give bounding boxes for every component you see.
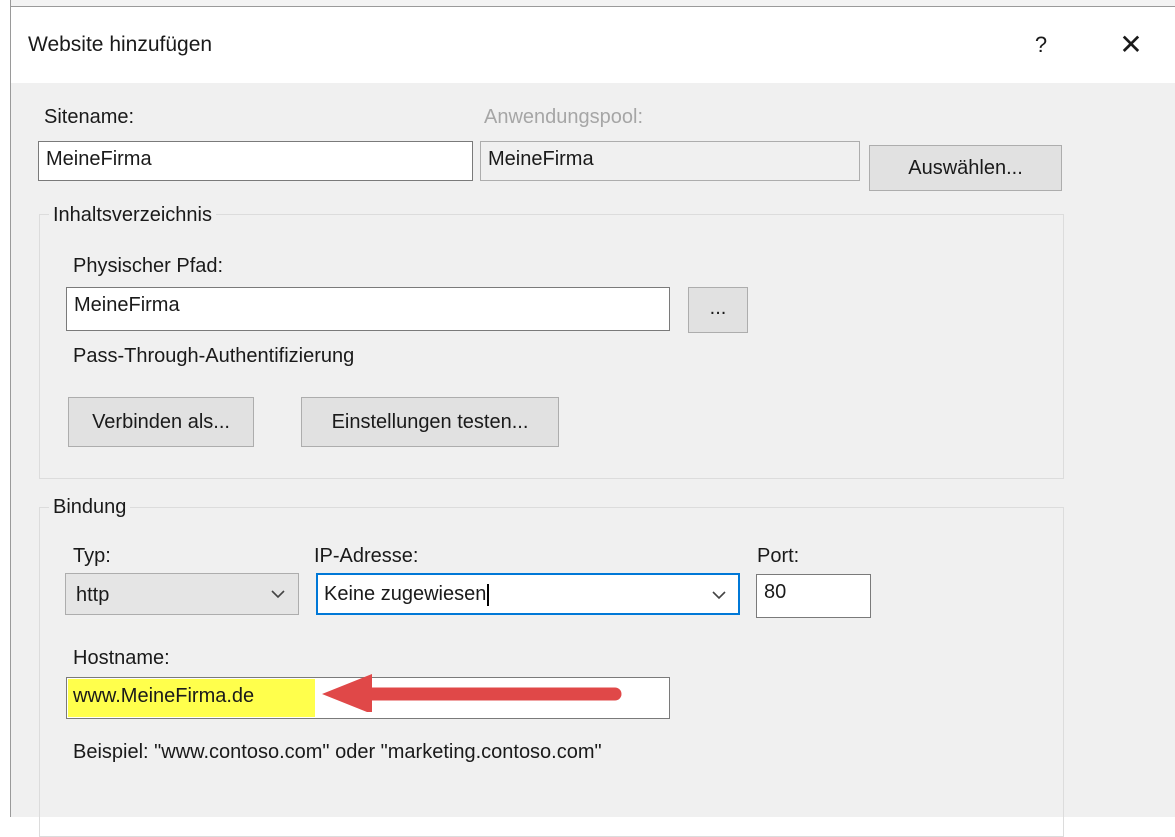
hostname-value: www.MeineFirma.de [73,685,255,707]
port-label: Port: [757,545,800,567]
chevron-down-icon [269,580,287,613]
hostname-label: Hostname: [73,647,170,669]
ip-address-value: Keine zugewiesen [324,583,490,606]
help-button[interactable]: ? [1021,25,1061,65]
dialog-title: Website hinzufügen [28,33,213,56]
passthrough-auth-label: Pass-Through-Authentifizierung [73,345,355,367]
type-label: Typ: [73,545,111,567]
ip-address-dropdown[interactable]: Keine zugewiesen [316,573,740,615]
port-input[interactable]: 80 [756,574,871,618]
title-bar: Website hinzufügen ? ✕ [11,7,1175,83]
connect-as-button[interactable]: Verbinden als... [68,397,254,447]
close-button[interactable]: ✕ [1111,25,1151,65]
hostname-example-text: Beispiel: "www.contoso.com" oder "market… [73,741,602,763]
type-dropdown[interactable]: http [65,573,299,615]
content-directory-legend: Inhaltsverzeichnis [49,204,216,227]
sitename-input[interactable]: MeineFirma [38,141,473,181]
physical-path-input[interactable]: MeineFirma [66,287,670,331]
binding-legend: Bindung [49,496,131,519]
text-caret [487,583,490,606]
apppool-field: MeineFirma [480,141,860,181]
test-settings-button[interactable]: Einstellungen testen... [301,397,559,447]
type-dropdown-value: http [76,584,110,606]
ip-address-label: IP-Adresse: [314,545,419,567]
background-window-edge-left [0,0,11,817]
physical-path-label: Physischer Pfad: [73,255,224,277]
chevron-down-icon [710,581,728,614]
background-window-edge-top [0,0,1175,7]
red-arrow-annotation-icon [322,674,622,712]
select-apppool-button[interactable]: Auswählen... [869,145,1062,191]
browse-path-button[interactable]: ... [688,287,748,333]
apppool-label: Anwendungspool: [484,106,644,128]
sitename-label: Sitename: [44,106,135,128]
